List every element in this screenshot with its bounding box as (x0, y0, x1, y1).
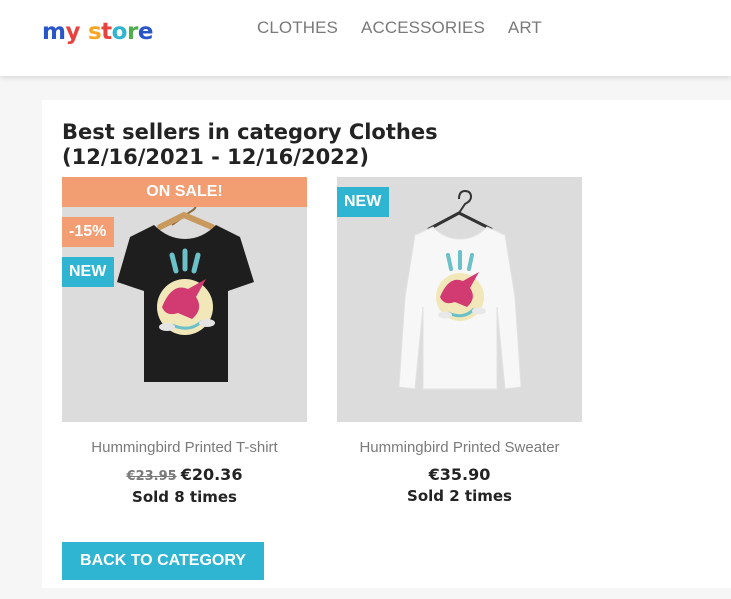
on-sale-banner: ON SALE! (62, 177, 307, 207)
sold-count: Sold 8 times (132, 488, 237, 506)
new-badge: NEW (62, 257, 114, 287)
best-sellers-section: Best sellers in category Clothes (12/16/… (42, 100, 731, 588)
new-badge: NEW (337, 187, 389, 217)
sold-count: Sold 2 times (407, 487, 512, 505)
regular-price: €23.95 (126, 469, 177, 484)
title-line-2: (12/16/2021 - 12/16/2022) (62, 145, 370, 169)
product-name[interactable]: Hummingbird Printed T-shirt (62, 438, 307, 458)
nav-accessories[interactable]: ACCESSORIES (361, 17, 485, 39)
product-price: €23.95 €20.36 (62, 464, 307, 488)
nav-art[interactable]: ART (508, 17, 542, 39)
product-image[interactable]: ON SALE! -15% NEW (62, 177, 307, 422)
product-price: €35.90 (428, 465, 491, 484)
product-image[interactable]: NEW (337, 177, 582, 422)
site-header: my store CLOTHES ACCESSORIES ART (0, 0, 731, 76)
tshirt-image (62, 177, 307, 422)
back-to-category-button[interactable]: BACK TO CATEGORY (62, 542, 264, 580)
nav-clothes[interactable]: CLOTHES (257, 17, 338, 39)
title-line-1: Best sellers in category Clothes (62, 120, 438, 144)
discount-badge: -15% (62, 217, 114, 247)
store-logo[interactable]: my store (42, 14, 153, 50)
page-title: Best sellers in category Clothes (12/16/… (62, 120, 462, 170)
sale-price: €20.36 (180, 465, 243, 484)
main-nav: CLOTHES ACCESSORIES ART (257, 17, 565, 39)
product-name[interactable]: Hummingbird Printed Sweater (337, 438, 582, 458)
